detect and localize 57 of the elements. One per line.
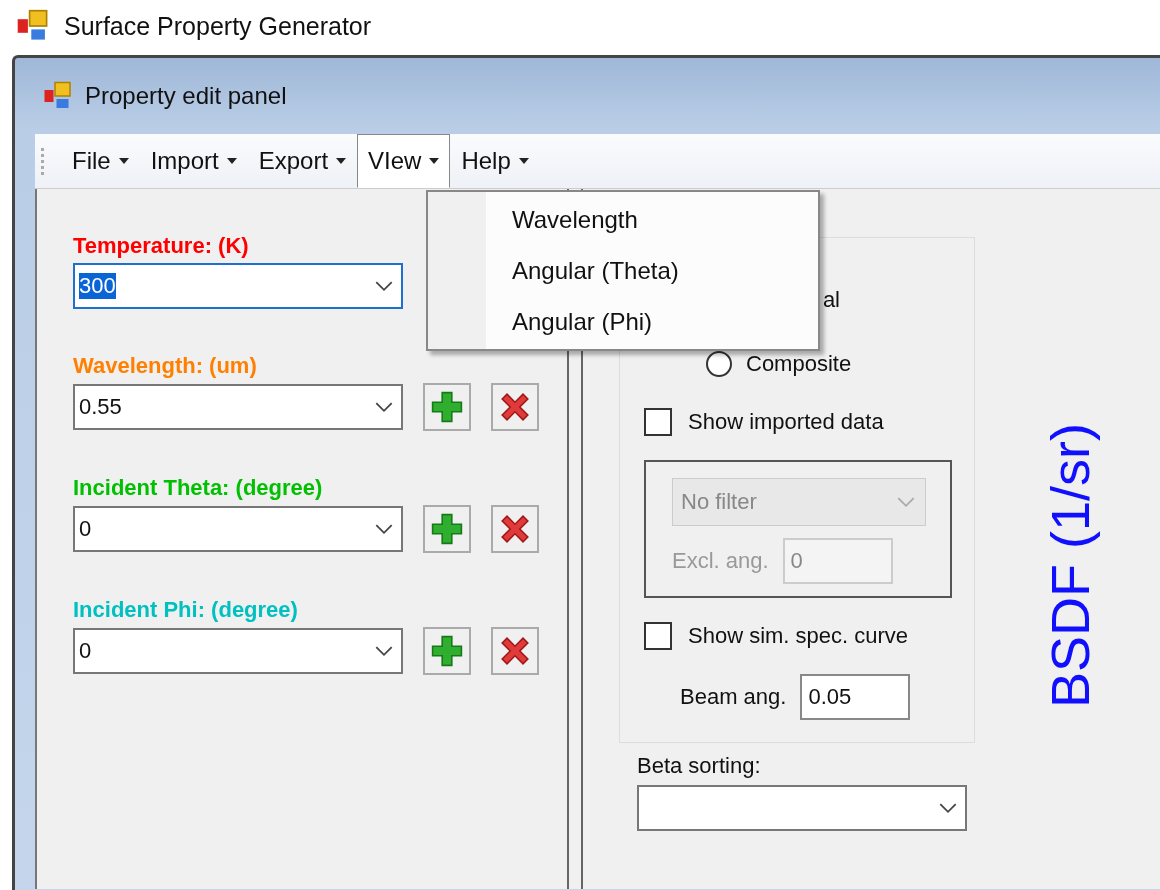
field-label: Beam ang.	[680, 684, 787, 710]
cross-icon	[499, 635, 531, 667]
checkbox[interactable]	[644, 622, 672, 650]
menu-item[interactable]: Export	[247, 134, 358, 188]
plus-icon	[431, 635, 463, 667]
combo-box[interactable]	[637, 785, 967, 831]
checkbox[interactable]	[644, 408, 672, 436]
radio-label: al	[822, 287, 840, 313]
plus-icon	[431, 513, 463, 545]
input-field[interactable]: 0.05	[800, 674, 911, 720]
chevron-down-icon	[375, 523, 393, 535]
parameter-label: Incident Phi: (degree)	[73, 597, 298, 623]
caret-icon	[226, 158, 237, 164]
menu-item[interactable]: VIew	[357, 134, 451, 188]
parameter-label: Wavelength: (um)	[73, 353, 257, 379]
combo-box[interactable]: 0	[73, 506, 403, 552]
checkbox-label: Show sim. spec. curve	[688, 623, 909, 649]
delete-button[interactable]	[491, 383, 539, 431]
caret-icon	[518, 158, 529, 164]
plus-icon	[431, 391, 463, 423]
radio-label: Composite	[746, 351, 852, 377]
chevron-down-icon	[375, 280, 393, 292]
menu-item[interactable]: Help	[450, 134, 540, 188]
chevron-down-icon	[375, 401, 393, 413]
field-label: Beta sorting:	[637, 753, 762, 779]
delete-button[interactable]	[491, 505, 539, 553]
chevron-down-icon	[939, 802, 957, 814]
parameter-label: Temperature: (K)	[73, 233, 249, 259]
cross-icon	[499, 513, 531, 545]
add-button[interactable]	[423, 505, 471, 553]
menu-item[interactable]: Angular (Theta)	[428, 245, 818, 296]
combo-box[interactable]: 0.55	[73, 384, 403, 430]
checkbox-label: Show imported data	[688, 409, 884, 435]
grip-icon	[41, 146, 45, 176]
caret-icon	[118, 158, 129, 164]
radio-button[interactable]	[706, 351, 732, 377]
panel-title: Property edit panel	[85, 82, 287, 110]
caret-icon	[336, 158, 347, 164]
parameter-label: Incident Theta: (degree)	[73, 475, 323, 501]
panel-icon	[43, 81, 73, 111]
delete-button[interactable]	[491, 627, 539, 675]
add-button[interactable]	[423, 383, 471, 431]
caret-icon	[429, 158, 440, 164]
menu-item[interactable]: Angular (Phi)	[428, 296, 818, 347]
field-label: Excl. ang.	[672, 548, 769, 574]
combo-box[interactable]: 300	[73, 263, 403, 309]
add-button[interactable]	[423, 627, 471, 675]
menu-item[interactable]: Import	[139, 134, 248, 188]
chevron-down-icon	[897, 496, 915, 508]
chevron-down-icon	[375, 645, 393, 657]
combo-box[interactable]: 0	[73, 628, 403, 674]
axis-label: BSDF (1/sr)	[1039, 423, 1101, 708]
menu-item[interactable]: Wavelength	[428, 194, 818, 245]
app-icon	[16, 9, 50, 43]
window-title: Surface Property Generator	[64, 11, 372, 41]
menu-item[interactable]: File	[61, 134, 140, 188]
cross-icon	[499, 391, 531, 423]
